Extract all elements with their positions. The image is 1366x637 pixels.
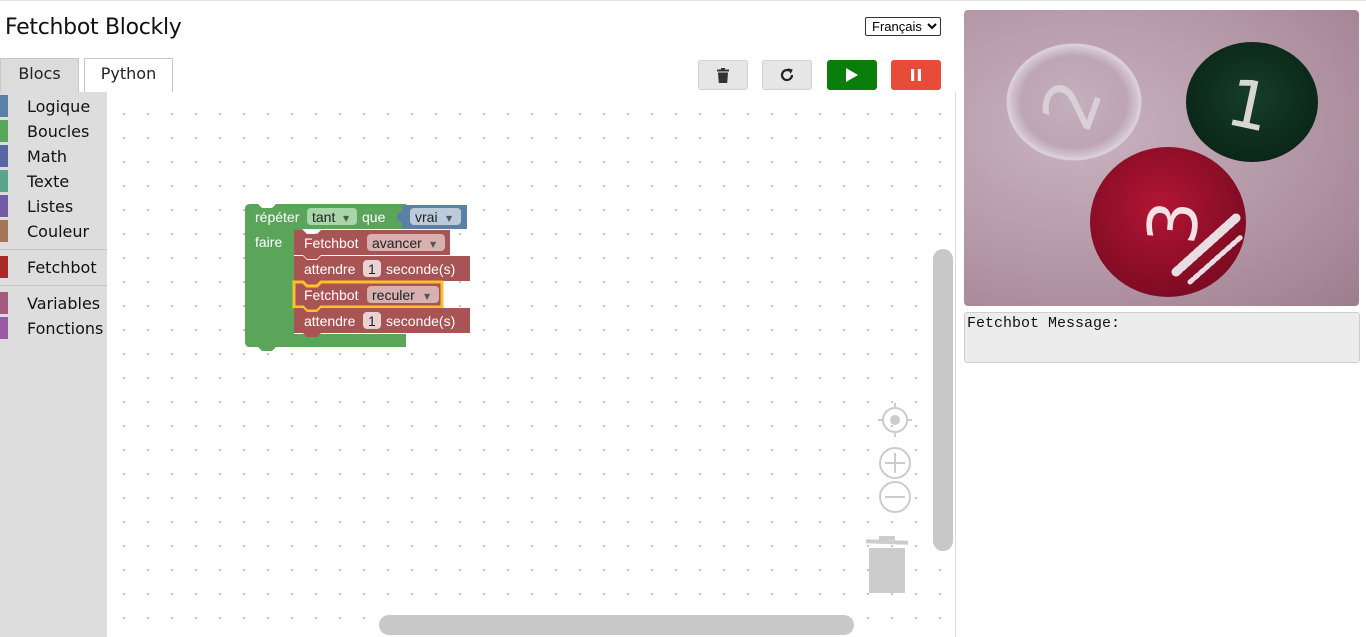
camera-feed: 2 1 3 bbox=[964, 10, 1359, 306]
move-direction-dropdown[interactable]: avancer ▼ bbox=[367, 234, 445, 251]
page: Fetchbot Blockly Français Blocs Python L… bbox=[0, 0, 1366, 637]
chevron-down-icon: ▼ bbox=[424, 292, 431, 301]
fetchbot-message-box[interactable]: Fetchbot Message: bbox=[964, 312, 1360, 363]
wait-block[interactable]: attendre 1 seconde(s) bbox=[294, 308, 470, 337]
move-direction-value: reculer bbox=[372, 287, 415, 303]
do-label: faire bbox=[255, 234, 282, 250]
boolean-value: vrai bbox=[415, 209, 438, 225]
token-3: 3 bbox=[1090, 147, 1246, 297]
loop-mode-dropdown[interactable]: tant ▼ bbox=[307, 208, 357, 225]
wait-seconds-value: 1 bbox=[368, 261, 376, 277]
wait-label: attendre bbox=[304, 261, 356, 277]
camera-image: 2 1 3 bbox=[1006, 42, 1318, 297]
chevron-down-icon: ▼ bbox=[343, 214, 350, 223]
fetchbot-move-block-selected[interactable]: Fetchbot reculer ▼ bbox=[292, 280, 444, 313]
fetchbot-message-label: Fetchbot Message: bbox=[967, 315, 1121, 332]
token-2: 2 bbox=[1006, 43, 1142, 161]
zoom-out-button[interactable] bbox=[879, 481, 911, 513]
recenter-button[interactable] bbox=[878, 403, 912, 437]
token-1: 1 bbox=[1186, 42, 1318, 162]
workspace-trash-icon[interactable] bbox=[865, 536, 909, 593]
wait-seconds-value: 1 bbox=[368, 313, 376, 329]
wait-unit-label: seconde(s) bbox=[386, 313, 455, 329]
move-direction-dropdown[interactable]: reculer ▼ bbox=[367, 286, 439, 303]
wait-label: attendre bbox=[304, 313, 356, 329]
fetchbot-label: Fetchbot bbox=[304, 287, 359, 303]
move-direction-value: avancer bbox=[372, 235, 422, 251]
que-label: que bbox=[362, 209, 386, 225]
horizontal-scrollbar[interactable] bbox=[379, 615, 854, 635]
loop-mode-value: tant bbox=[312, 209, 335, 225]
vertical-scrollbar[interactable] bbox=[933, 249, 953, 551]
chevron-down-icon: ▼ bbox=[430, 240, 437, 249]
fetchbot-label: Fetchbot bbox=[304, 235, 359, 251]
wait-unit-label: seconde(s) bbox=[386, 261, 455, 277]
svg-text:3: 3 bbox=[1133, 197, 1215, 247]
chevron-down-icon: ▼ bbox=[446, 214, 453, 223]
boolean-block[interactable]: vrai ▼ bbox=[397, 205, 467, 229]
zoom-in-button[interactable] bbox=[879, 447, 911, 479]
blocks-canvas: répéter tant ▼ que faire vrai ▼ Fetchbot… bbox=[245, 204, 912, 593]
fetchbot-move-block[interactable]: Fetchbot avancer ▼ bbox=[294, 230, 450, 259]
repeat-label: répéter bbox=[255, 209, 300, 225]
